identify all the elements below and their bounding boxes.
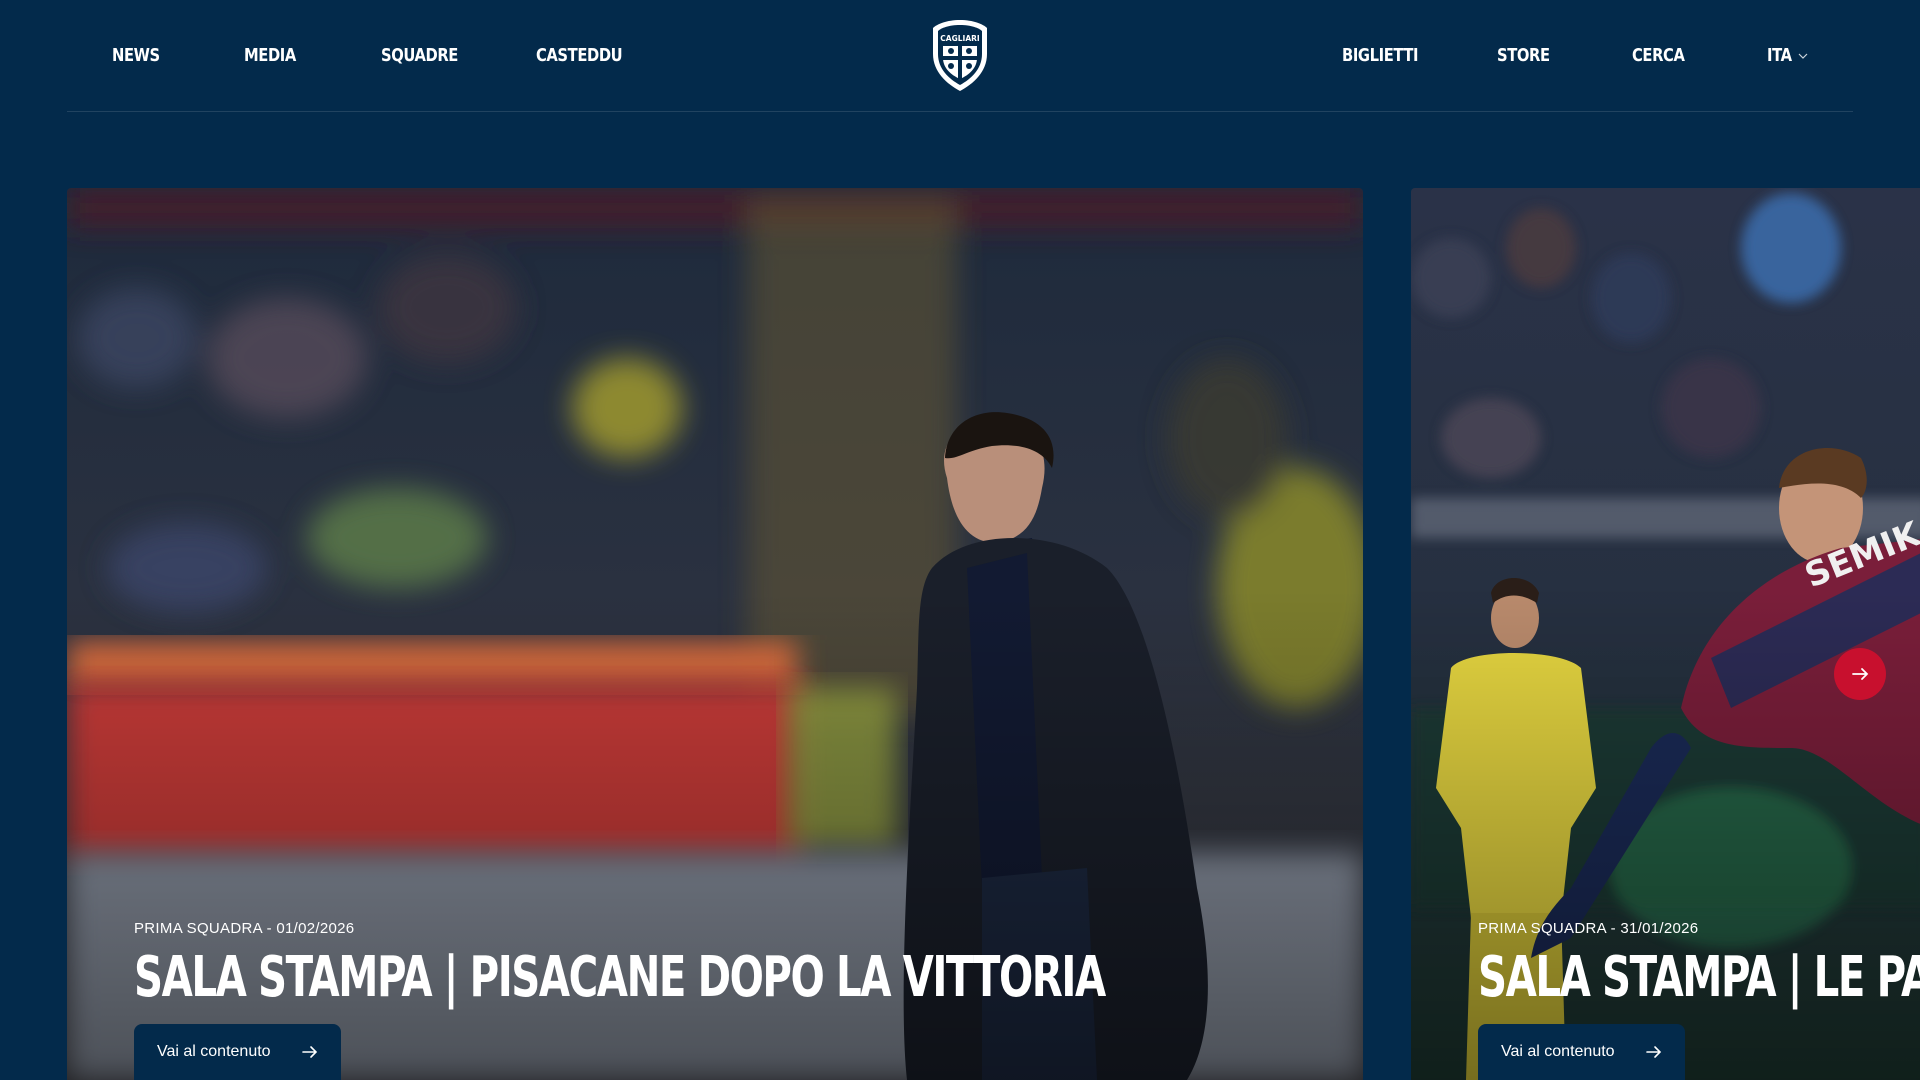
read-more-label: Vai al contenuto	[157, 1043, 271, 1060]
slide-category: PRIMA SQUADRA - 01/02/2026	[134, 920, 355, 937]
slide-title[interactable]: SALA STAMPA | PISACANE DOPO LA VITTORIA	[134, 946, 1106, 1010]
slide-title[interactable]: SALA STAMPA | LE PAROLE DEL MATCH	[1478, 946, 1920, 1010]
cagliari-crest-icon: CAGLIARI	[933, 20, 987, 91]
club-logo[interactable]: CAGLIARI	[929, 18, 991, 93]
arrow-right-icon	[1852, 668, 1869, 680]
language-selector[interactable]: ITA	[1767, 44, 1792, 68]
nav-item-store[interactable]: STORE	[1497, 44, 1550, 68]
nav-item-casteddu[interactable]: CASTEDDU	[536, 44, 623, 68]
carousel-next-button[interactable]	[1834, 648, 1886, 700]
nav-item-media[interactable]: MEDIA	[244, 44, 296, 68]
read-more-label: Vai al contenuto	[1501, 1043, 1615, 1060]
site-header: NEWS MEDIA SQUADRE CASTEDDU CAGLIARI BIG…	[0, 0, 1920, 112]
arrow-right-icon	[302, 1046, 318, 1058]
nav-item-news[interactable]: NEWS	[112, 44, 160, 68]
logo-text: CAGLIARI	[940, 34, 980, 43]
hero-slide[interactable]: PRIMA SQUADRA - 01/02/2026 SALA STAMPA |…	[67, 188, 1363, 1080]
nav-item-cerca[interactable]: CERCA	[1632, 44, 1685, 68]
hero-slide[interactable]: SEMIK PRIMA SQUADRA - 31/01/2026 SALA ST…	[1411, 188, 1920, 1080]
slide-category: PRIMA SQUADRA - 31/01/2026	[1478, 920, 1699, 937]
nav-item-biglietti[interactable]: BIGLIETTI	[1342, 44, 1419, 68]
arrow-right-icon	[1646, 1046, 1662, 1058]
chevron-down-icon[interactable]	[1797, 50, 1809, 62]
read-more-button[interactable]: Vai al contenuto	[1478, 1024, 1685, 1080]
header-divider	[67, 111, 1853, 112]
read-more-button[interactable]: Vai al contenuto	[134, 1024, 341, 1080]
nav-item-squadre[interactable]: SQUADRE	[381, 44, 458, 68]
